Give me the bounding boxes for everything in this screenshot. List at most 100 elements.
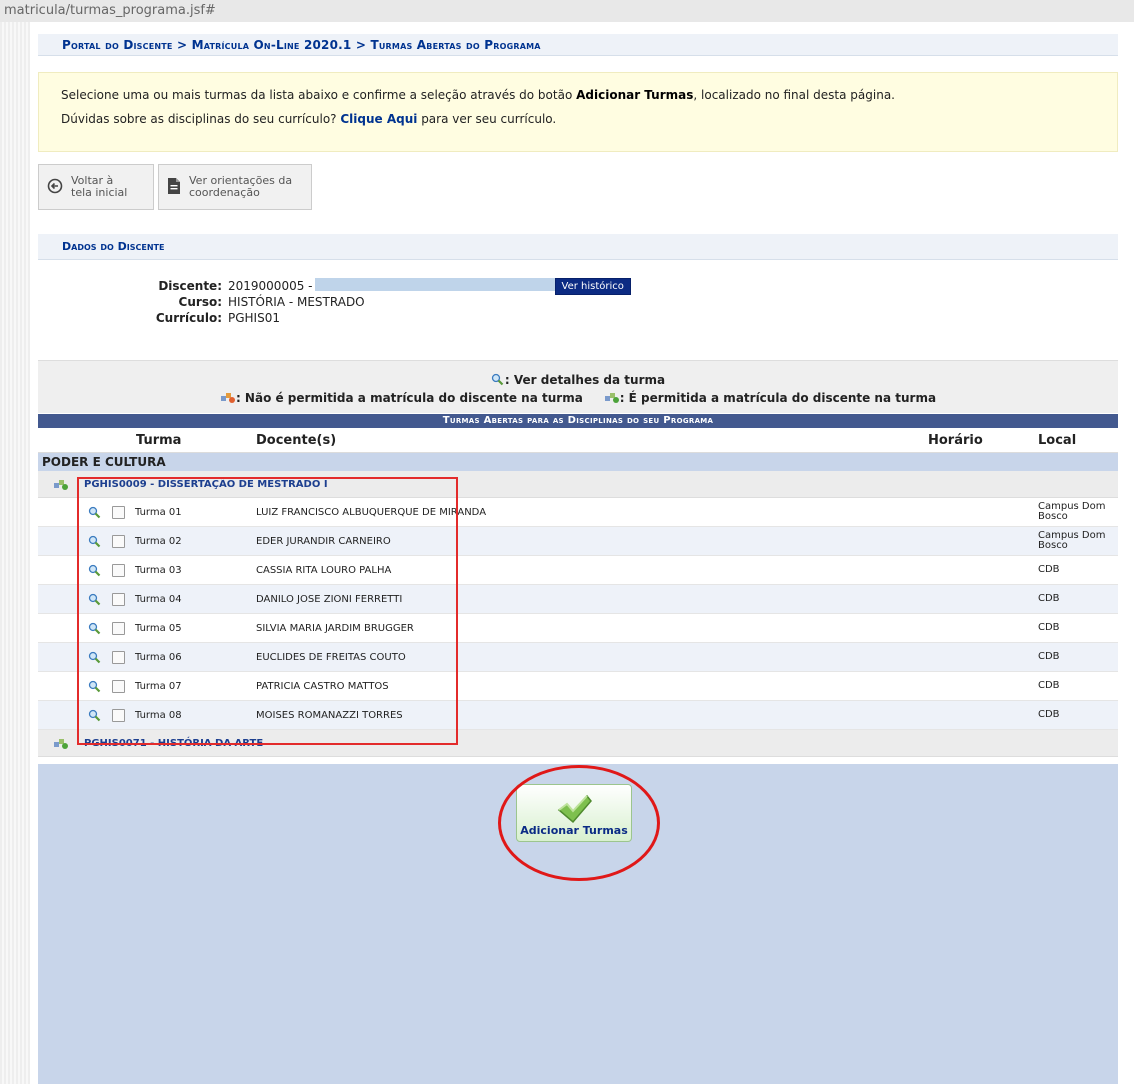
details-magnifier-icon[interactable]	[88, 535, 102, 548]
legend-not-allowed-text: : Não é permitida a matrícula do discent…	[235, 391, 583, 405]
class-checkbox[interactable]	[112, 650, 125, 664]
curriculo-label: Currículo:	[155, 311, 222, 325]
local-cell: CDB	[1038, 623, 1118, 633]
local-line-1: CDB	[1038, 651, 1060, 662]
legend-details: : Ver detalhes da turma	[38, 371, 1118, 389]
class-row: Turma 01 LUIZ FRANCISCO ALBUQUERQUE DE MI…	[38, 498, 1118, 527]
turma-label: Turma 05	[135, 622, 182, 634]
details-magnifier-icon[interactable]	[88, 709, 102, 722]
table-column-headers: Turma Docente(s) Horário Local	[38, 428, 1118, 453]
col-turma: Turma	[136, 432, 182, 448]
turma-label: Turma 07	[135, 680, 182, 692]
turma-cell: Turma 02	[84, 534, 256, 548]
table-title: Turmas Abertas para as Disciplinas do se…	[38, 414, 1118, 428]
local-cell: Campus Dom Bosco	[1038, 502, 1118, 522]
url-text: matricula/turmas_programa.jsf#	[4, 3, 216, 18]
class-row: Turma 04 DANILO JOSE ZIONI FERRETTI CDB	[38, 585, 1118, 614]
category-row: PODER E CULTURA	[38, 453, 1118, 471]
breadcrumb-text: Portal do Discente > Matrícula On-Line 2…	[62, 38, 541, 52]
allowed-enroll-icon	[38, 477, 84, 491]
discente-value: 2019000005 -	[228, 279, 313, 293]
back-button[interactable]: Voltar à tela inicial	[38, 164, 154, 210]
discente-label: Discente:	[158, 279, 222, 293]
ver-historico-button[interactable]: Ver histórico	[554, 278, 631, 295]
curso-row: Curso: HISTÓRIA - MESTRADO	[38, 294, 1118, 310]
class-checkbox[interactable]	[112, 534, 125, 548]
add-classes-label: Adicionar Turmas	[520, 824, 628, 837]
class-checkbox[interactable]	[112, 563, 125, 577]
docente-cell: SILVIA MARIA JARDIM BRUGGER	[256, 622, 414, 634]
local-line-1: CDB	[1038, 709, 1060, 720]
instruction-text: Selecione uma ou mais turmas da lista ab…	[61, 88, 577, 102]
student-data-title: Dados do Discente	[38, 234, 1118, 260]
details-magnifier-icon[interactable]	[88, 622, 102, 635]
legend-enrollment: : Não é permitida a matrícula do discent…	[38, 389, 1118, 407]
docente-cell: DANILO JOSE ZIONI FERRETTI	[256, 593, 403, 605]
document-icon	[167, 177, 181, 198]
details-magnifier-icon[interactable]	[88, 506, 102, 519]
local-line-1: CDB	[1038, 593, 1060, 604]
local-cell: CDB	[1038, 710, 1118, 720]
curriculo-row: Currículo: PGHIS01	[38, 310, 1118, 326]
orient-label-2: coordenação	[189, 186, 260, 199]
back-label-2: tela inicial	[71, 186, 128, 199]
address-bar[interactable]: matricula/turmas_programa.jsf#	[0, 0, 1134, 22]
turma-cell: Turma 08	[84, 708, 256, 722]
details-magnifier-icon[interactable]	[88, 651, 102, 664]
instructions-box: Selecione uma ou mais turmas da lista ab…	[38, 72, 1118, 152]
local-cell: CDB	[1038, 681, 1118, 691]
class-checkbox[interactable]	[112, 621, 125, 635]
student-data-title-text: Dados do Discente	[62, 240, 165, 253]
checkmark-icon	[557, 794, 592, 824]
docente-cell: PATRICIA CASTRO MATTOS	[256, 680, 389, 692]
discipline-row: PGHIS0009 - DISSERTAÇÃO DE MESTRADO I	[38, 471, 1118, 498]
col-local: Local	[1038, 432, 1077, 448]
docente-cell: MOISES ROMANAZZI TORRES	[256, 709, 403, 721]
local-cell: Campus Dom Bosco	[1038, 531, 1118, 551]
details-magnifier-icon[interactable]	[88, 564, 102, 577]
breadcrumb: Portal do Discente > Matrícula On-Line 2…	[38, 34, 1118, 56]
discipline-row: PGHIS0071 - HISTÓRIA DA ARTE	[38, 730, 1118, 757]
redacted-name	[314, 278, 555, 291]
discipline-name[interactable]: PGHIS0071 - HISTÓRIA DA ARTE	[84, 738, 263, 749]
turma-cell: Turma 07	[84, 679, 256, 693]
local-line-2: Bosco	[1038, 540, 1068, 551]
legend-allowed-text: : É permitida a matrícula do discente na…	[619, 391, 937, 405]
class-checkbox[interactable]	[112, 505, 125, 519]
details-magnifier-icon[interactable]	[88, 680, 102, 693]
local-cell: CDB	[1038, 652, 1118, 662]
local-line-2: Bosco	[1038, 511, 1068, 522]
turma-cell: Turma 04	[84, 592, 256, 606]
add-classes-button[interactable]: Adicionar Turmas	[516, 784, 632, 842]
col-horario: Horário	[928, 432, 983, 448]
student-data: Discente: 2019000005 - Ver histórico Cur…	[38, 278, 1118, 326]
orientations-button[interactable]: Ver orientações da coordenação	[158, 164, 312, 210]
details-magnifier-icon[interactable]	[88, 593, 102, 606]
turma-cell: Turma 06	[84, 650, 256, 664]
class-checkbox[interactable]	[112, 679, 125, 693]
docente-cell: CASSIA RITA LOURO PALHA	[256, 564, 392, 576]
turma-cell: Turma 01	[84, 505, 256, 519]
col-docentes: Docente(s)	[256, 432, 337, 448]
class-row: Turma 07 PATRICIA CASTRO MATTOS CDB	[38, 672, 1118, 701]
discipline-name[interactable]: PGHIS0009 - DISSERTAÇÃO DE MESTRADO I	[84, 479, 328, 490]
instruction-bold: Adicionar Turmas	[576, 88, 694, 102]
class-row: Turma 05 SILVIA MARIA JARDIM BRUGGER CDB	[38, 614, 1118, 643]
docente-cell: EUCLIDES DE FREITAS COUTO	[256, 651, 406, 663]
curso-value: HISTÓRIA - MESTRADO	[228, 295, 365, 309]
blocked-enroll-icon	[220, 393, 235, 403]
allowed-enroll-icon	[38, 736, 84, 750]
instruction-line-2: Dúvidas sobre as disciplinas do seu curr…	[61, 107, 1117, 131]
class-row: Turma 03 CASSIA RITA LOURO PALHA CDB	[38, 556, 1118, 585]
class-checkbox[interactable]	[112, 708, 125, 722]
class-checkbox[interactable]	[112, 592, 125, 606]
back-arrow-icon	[47, 178, 63, 197]
instruction-text-end: , localizado no final desta página.	[693, 88, 895, 102]
local-line-1: CDB	[1038, 680, 1060, 691]
curriculum-link[interactable]: Clique Aqui	[340, 112, 417, 126]
turma-label: Turma 08	[135, 709, 182, 721]
local-line-1: CDB	[1038, 564, 1060, 575]
allowed-enroll-icon	[604, 393, 619, 403]
action-buttons: Voltar à tela inicial Ver orientações da c…	[38, 164, 312, 210]
curriculo-value: PGHIS01	[228, 311, 280, 325]
